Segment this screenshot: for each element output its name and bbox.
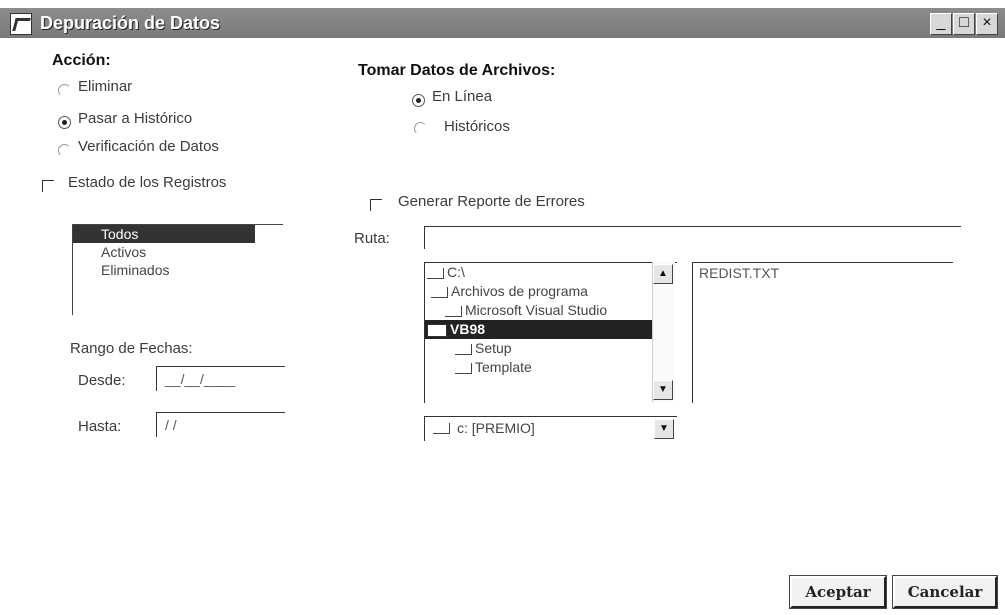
estado-registros-label[interactable]: Estado de los Registros (68, 174, 226, 191)
aceptar-button[interactable]: Aceptar (789, 575, 887, 609)
list-item-activos[interactable]: Activos (73, 243, 283, 261)
radio-historicos[interactable] (414, 122, 427, 135)
file-item[interactable]: REDIST.TXT (693, 263, 953, 283)
chevron-down-icon[interactable]: ▼ (654, 419, 674, 439)
radio-verificacion-label[interactable]: Verificación de Datos (78, 138, 219, 155)
folder-icon (431, 286, 448, 298)
dir-item-label: Archivos de programa (451, 283, 588, 299)
scroll-down-arrow-icon[interactable]: ▼ (653, 380, 673, 400)
window-title: Depuración de Datos (40, 13, 221, 33)
drive-combo[interactable]: c: [PREMIO] ▼ (424, 416, 677, 441)
radio-pasar-historico-label[interactable]: Pasar a Histórico (78, 110, 192, 127)
accion-label: Acción: (52, 52, 111, 69)
generar-reporte-label[interactable]: Generar Reporte de Errores (398, 193, 585, 210)
cancelar-button[interactable]: Cancelar (892, 575, 998, 609)
scroll-up-arrow-icon[interactable]: ▲ (653, 264, 673, 284)
desde-input[interactable]: __/__/____ (156, 366, 285, 391)
dir-item-label: C:\ (447, 264, 465, 280)
status-list[interactable]: Todos Activos Eliminados (72, 224, 283, 315)
hasta-input[interactable]: / / (156, 412, 285, 437)
dir-item[interactable]: Archivos de programa (425, 282, 677, 301)
title-bar[interactable]: Depuración de Datos _ □ × (0, 8, 1005, 38)
dir-item[interactable]: C:\ (425, 263, 677, 282)
close-button[interactable]: × (976, 13, 998, 35)
dir-item-label: Template (475, 359, 532, 375)
drive-value: c: [PREMIO] (457, 420, 535, 436)
dir-item[interactable]: Setup (425, 339, 677, 358)
estado-registros-checkbox[interactable] (42, 180, 54, 192)
dir-item-selected[interactable]: VB98 (425, 320, 655, 339)
radio-historicos-label[interactable]: Históricos (444, 118, 510, 135)
dir-item-label: Microsoft Visual Studio (465, 302, 608, 318)
radio-verificacion[interactable] (58, 144, 71, 157)
dir-item-label: VB98 (450, 321, 486, 337)
radio-en-linea-label[interactable]: En Línea (432, 88, 492, 105)
radio-pasar-historico[interactable] (58, 116, 71, 129)
maximize-button[interactable]: □ (953, 13, 975, 35)
radio-en-linea[interactable] (412, 94, 425, 107)
list-item-todos[interactable]: Todos (73, 225, 255, 243)
list-item-eliminados[interactable]: Eliminados (73, 261, 283, 279)
dir-item-label: Setup (475, 340, 512, 356)
app-icon (10, 13, 32, 35)
directory-list[interactable]: C:\ Archivos de programa Microsoft Visua… (424, 262, 677, 403)
hasta-label: Hasta: (78, 418, 122, 435)
folder-icon (455, 362, 472, 374)
folder-icon (455, 343, 472, 355)
generar-reporte-checkbox[interactable] (370, 199, 382, 211)
dir-item[interactable]: Template (425, 358, 677, 377)
file-list[interactable]: REDIST.TXT (692, 262, 953, 403)
folder-icon (445, 305, 462, 317)
drive-icon (433, 423, 450, 435)
dir-item[interactable]: Microsoft Visual Studio (425, 301, 677, 320)
desde-label: Desde: (78, 372, 126, 389)
minimize-button[interactable]: _ (930, 13, 952, 35)
radio-eliminar-label[interactable]: Eliminar (78, 78, 132, 95)
tomar-datos-label: Tomar Datos de Archivos: (358, 62, 556, 79)
rango-fechas-label: Rango de Fechas: (70, 340, 193, 357)
ruta-label: Ruta: (354, 230, 390, 247)
open-folder-icon (427, 323, 447, 337)
folder-icon (427, 267, 444, 279)
ruta-input[interactable] (424, 226, 961, 249)
radio-eliminar[interactable] (58, 84, 71, 97)
